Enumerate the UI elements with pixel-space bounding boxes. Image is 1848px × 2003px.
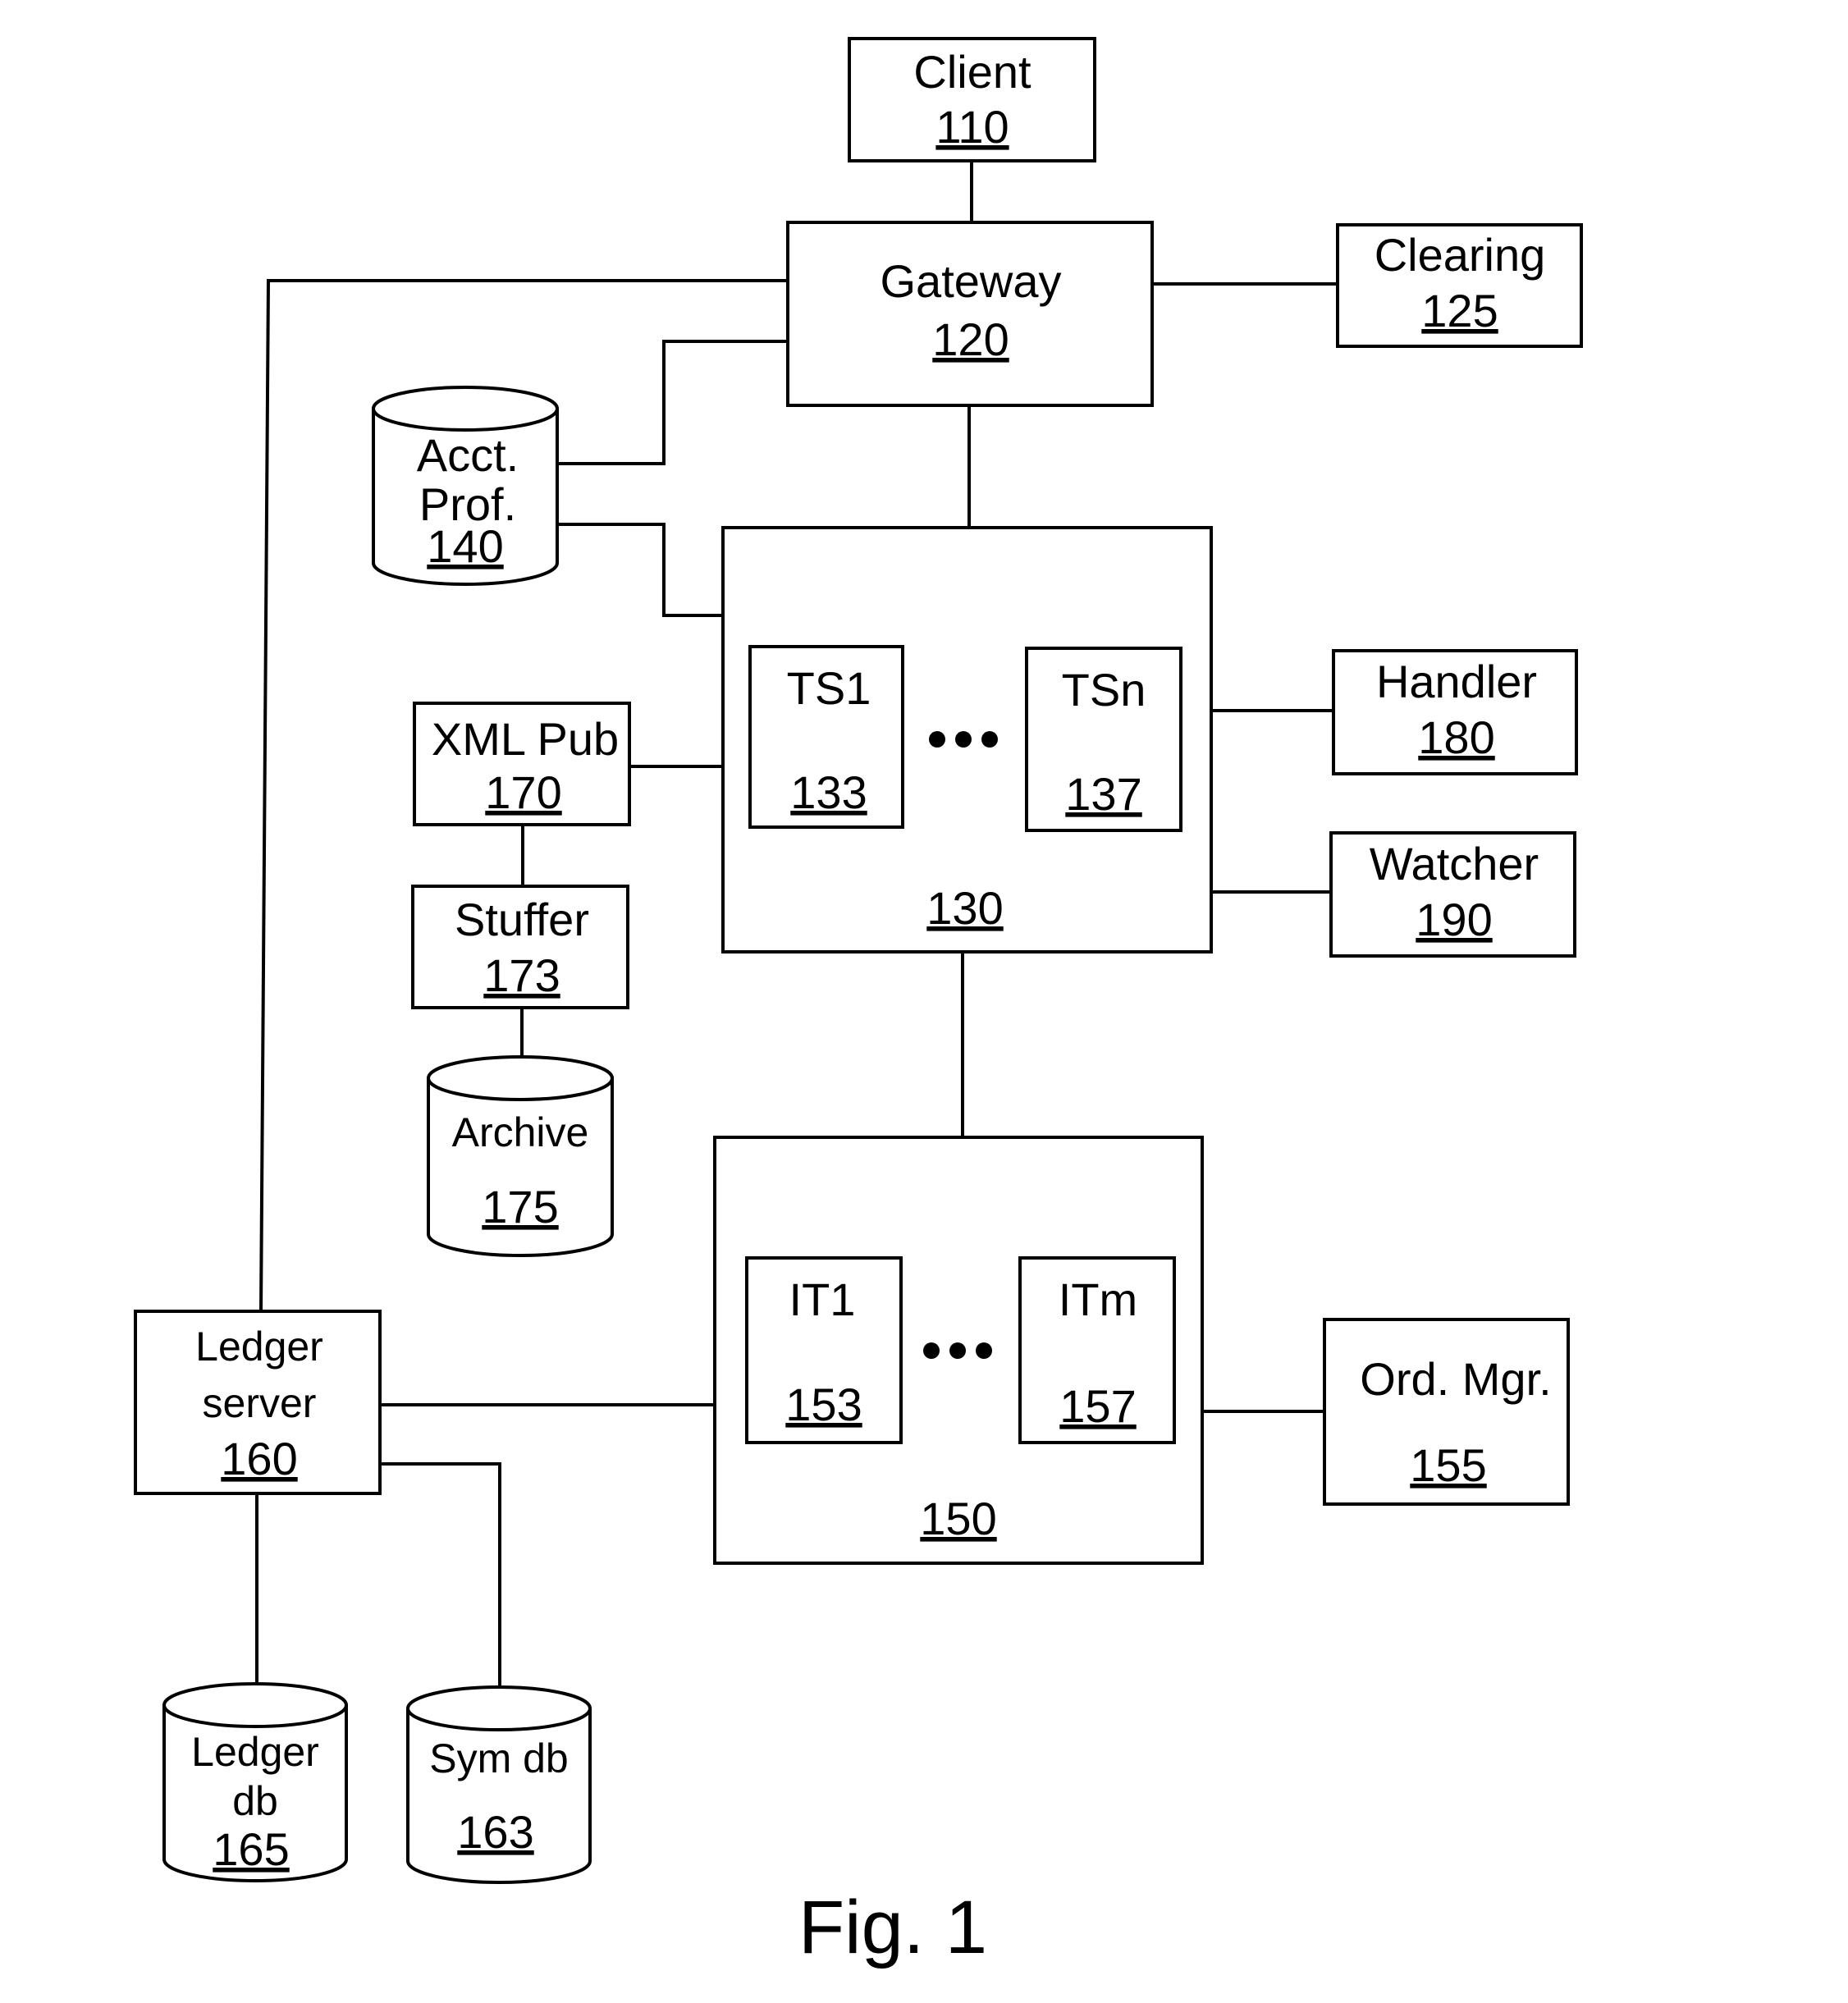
ellipsis-dot <box>976 1342 992 1359</box>
tsn-ref: 137 <box>1065 768 1141 820</box>
ord-mgr-label: Ord. Mgr. <box>1360 1353 1551 1405</box>
figure-caption: Fig. 1 <box>798 1886 987 1969</box>
internal-server-cluster[interactable]: 150 IT1 153 ITm 157 <box>713 1136 1204 1565</box>
stuffer-label: Stuffer <box>455 894 589 945</box>
tsn-node[interactable]: TSn 137 <box>1025 647 1182 832</box>
ledger-server-node[interactable]: Ledger server 160 <box>134 1310 382 1495</box>
client-ref: 110 <box>935 101 1009 153</box>
watcher-label: Watcher <box>1370 838 1539 889</box>
client-node[interactable]: Client 110 <box>848 37 1096 162</box>
handler-label: Handler <box>1376 656 1537 707</box>
ellipsis-dot <box>949 1342 966 1359</box>
ledger-server-label-line1: Ledger <box>195 1324 323 1370</box>
it1-ref: 153 <box>785 1379 862 1430</box>
order-manager-node[interactable]: Ord. Mgr. 155 <box>1323 1318 1570 1506</box>
ledger-db-label-line1: Ledger <box>191 1729 319 1775</box>
acct-prof-ref: 140 <box>427 520 503 572</box>
archive-database[interactable]: Archive 175 <box>427 1055 614 1257</box>
ord-mgr-ref: 155 <box>1410 1439 1486 1491</box>
gateway-node[interactable]: Gateway 120 <box>786 221 1154 407</box>
gateway-label: Gateway <box>881 255 1062 307</box>
wire-gateway-acct-prof <box>556 340 786 465</box>
xml-pub-label: XML Pub <box>432 713 619 765</box>
itm-label: ITm <box>1059 1274 1137 1325</box>
itm-ref: 157 <box>1059 1380 1136 1432</box>
ellipsis-it <box>923 1342 992 1359</box>
clearing-label: Clearing <box>1375 229 1546 281</box>
xml-pub-node[interactable]: XML Pub 170 <box>413 702 631 826</box>
ellipsis-dot <box>981 731 998 748</box>
ts1-node[interactable]: TS1 133 <box>748 645 904 829</box>
ledger-db-database[interactable]: Ledger db 165 <box>162 1682 348 1882</box>
wire-ledger-symdb <box>380 1462 501 1689</box>
handler-node[interactable]: Handler 180 <box>1332 649 1578 775</box>
ledger-server-ref: 160 <box>221 1433 297 1484</box>
watcher-node[interactable]: Watcher 190 <box>1329 831 1576 958</box>
handler-ref: 180 <box>1418 711 1494 763</box>
gateway-ref: 120 <box>932 313 1009 365</box>
ts1-ref: 133 <box>790 766 867 818</box>
sym-db-ref: 163 <box>457 1806 533 1858</box>
ellipsis-dot <box>923 1342 940 1359</box>
sym-db-label: Sym db <box>429 1735 569 1781</box>
ledger-db-label-line2: db <box>232 1778 278 1824</box>
xml-pub-ref: 170 <box>485 766 561 818</box>
system-diagram: Client 110 Gateway 120 Clearing 125 Acct… <box>134 37 1583 1969</box>
it1-label: IT1 <box>789 1274 856 1325</box>
tsn-label: TSn <box>1062 664 1146 716</box>
clearing-ref: 125 <box>1421 285 1498 336</box>
ellipsis-dot <box>929 731 945 748</box>
client-label: Client <box>913 46 1031 98</box>
trading-cluster-ref: 130 <box>926 882 1003 934</box>
itm-node[interactable]: ITm 157 <box>1018 1256 1176 1444</box>
internal-cluster-ref: 150 <box>920 1493 996 1544</box>
clearing-node[interactable]: Clearing 125 <box>1336 223 1583 348</box>
ledger-server-label-line2: server <box>203 1380 317 1426</box>
stuffer-ref: 173 <box>483 949 560 1001</box>
it1-node[interactable]: IT1 153 <box>745 1256 903 1444</box>
ellipsis-dot <box>955 731 972 748</box>
ts1-label: TS1 <box>787 662 871 714</box>
archive-label: Archive <box>452 1109 589 1155</box>
ledger-db-ref: 165 <box>213 1823 289 1875</box>
stuffer-node[interactable]: Stuffer 173 <box>411 885 629 1009</box>
watcher-ref: 190 <box>1416 894 1492 945</box>
acct-prof-database[interactable]: Acct. Prof. 140 <box>372 386 559 586</box>
sym-db-database[interactable]: Sym db 163 <box>406 1685 592 1884</box>
archive-ref: 175 <box>482 1181 558 1232</box>
trading-server-cluster[interactable]: 130 TS1 133 TSn 137 <box>721 526 1213 953</box>
wire-acct-prof-130 <box>556 523 723 617</box>
acct-prof-label-line1: Acct. <box>417 429 519 481</box>
ellipsis-ts <box>929 731 998 748</box>
